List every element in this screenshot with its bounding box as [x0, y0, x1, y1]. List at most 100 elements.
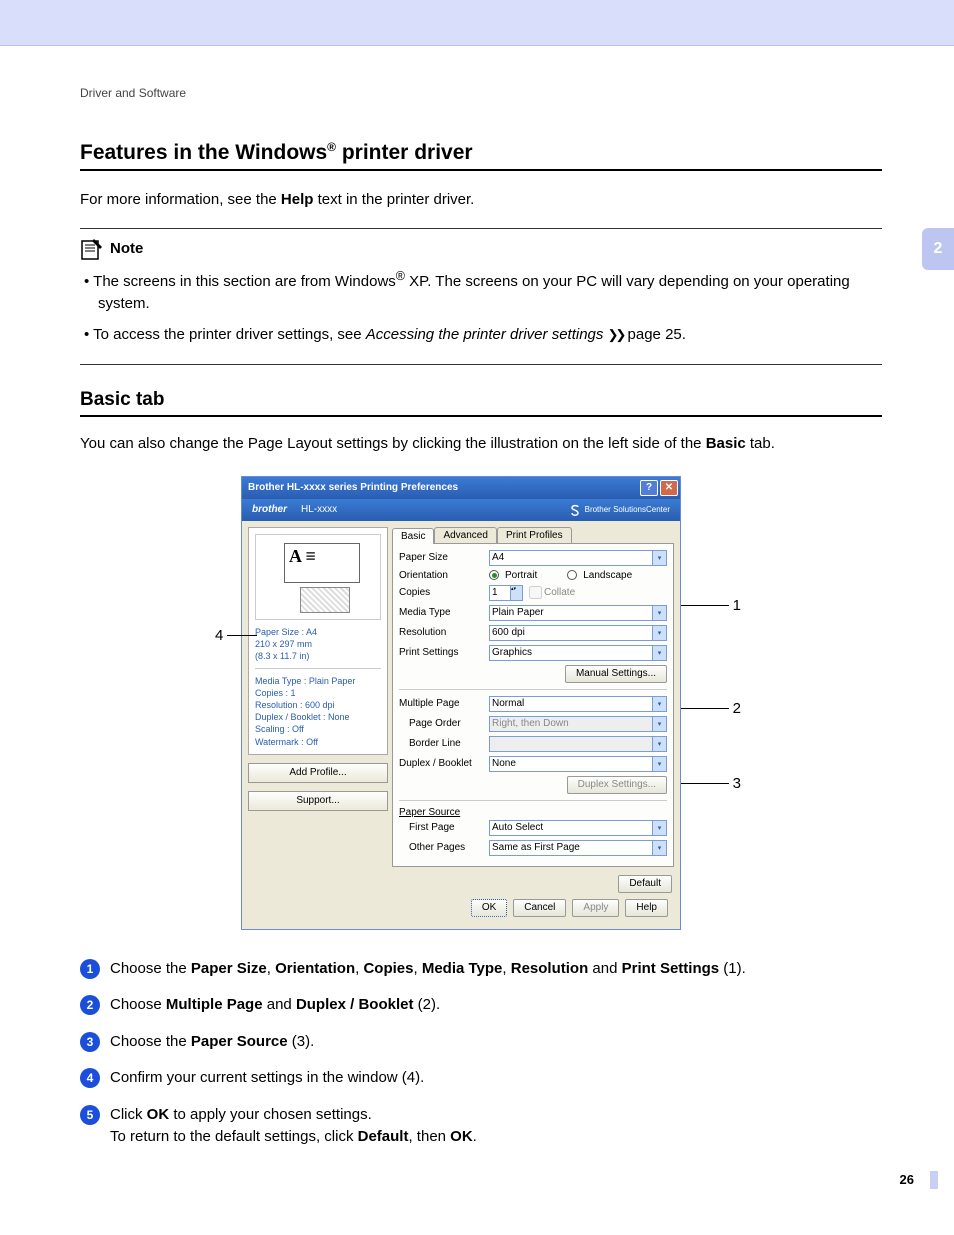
- callout-1: 1: [733, 597, 741, 614]
- radio-landscape[interactable]: [567, 570, 577, 580]
- add-profile-button[interactable]: Add Profile...: [248, 763, 388, 783]
- subsection-heading: Basic tab: [80, 389, 882, 417]
- summary-dim-mm: 210 x 297 mm: [255, 638, 381, 650]
- radio-portrait[interactable]: [489, 570, 499, 580]
- tab-basic[interactable]: Basic: [392, 528, 434, 544]
- spinner-updown-icon[interactable]: ▴▾: [511, 585, 523, 601]
- label-print-settings: Print Settings: [399, 647, 489, 658]
- default-button[interactable]: Default: [618, 875, 672, 893]
- cancel-button[interactable]: Cancel: [513, 899, 566, 917]
- titlebar-text: Brother HL-xxxx series Printing Preferen…: [248, 482, 638, 493]
- label-paper-source: Paper Source: [399, 807, 667, 818]
- solutions-center-link[interactable]: Brother SolutionsCenter: [569, 504, 670, 516]
- copies-input[interactable]: [489, 585, 511, 601]
- chevron-down-icon: ▾: [652, 841, 666, 855]
- callout-4: 4: [215, 627, 223, 644]
- support-button[interactable]: Support...: [248, 791, 388, 811]
- step-bullet-5: 5: [80, 1105, 100, 1125]
- chapter-tab: 2: [922, 228, 954, 270]
- chevron-down-icon: ▾: [652, 626, 666, 640]
- collate-checkbox[interactable]: [529, 586, 542, 599]
- chevron-down-icon: ▾: [652, 606, 666, 620]
- callout-3: 3: [733, 775, 741, 792]
- subsection-intro: You can also change the Page Layout sett…: [80, 433, 882, 456]
- preview-illustration[interactable]: A ≡: [255, 534, 381, 620]
- note-label: Note: [110, 240, 143, 257]
- manual-settings-button[interactable]: Manual Settings...: [565, 665, 667, 683]
- brand-bar: brother HL-xxxx Brother SolutionsCenter: [242, 499, 680, 521]
- tab-print-profiles[interactable]: Print Profiles: [497, 527, 572, 543]
- select-multiple-page[interactable]: Normal▾: [489, 696, 667, 712]
- page-number-bar: [930, 1171, 938, 1189]
- chevron-down-icon: ▾: [652, 757, 666, 771]
- top-band: [0, 0, 954, 46]
- chevron-down-icon: ▾: [652, 717, 666, 731]
- help-button[interactable]: ?: [640, 480, 658, 496]
- tab-advanced[interactable]: Advanced: [434, 527, 496, 543]
- summary-resolution: Resolution : 600 dpi: [255, 699, 381, 711]
- select-first-page[interactable]: Auto Select▾: [489, 820, 667, 836]
- chevron-down-icon: ▾: [652, 551, 666, 565]
- duplex-settings-button[interactable]: Duplex Settings...: [567, 776, 667, 794]
- step-1: Choose the Paper Size, Orientation, Copi…: [110, 958, 746, 981]
- label-paper-size: Paper Size: [399, 552, 489, 563]
- copies-spinner[interactable]: ▴▾: [489, 585, 523, 601]
- select-duplex-booklet[interactable]: None▾: [489, 756, 667, 772]
- titlebar: Brother HL-xxxx series Printing Preferen…: [242, 477, 680, 499]
- tab-strip: Basic Advanced Print Profiles: [392, 527, 674, 543]
- label-page-order: Page Order: [399, 718, 489, 729]
- chevron-down-icon: ▾: [652, 646, 666, 660]
- select-media-type[interactable]: Plain Paper▾: [489, 605, 667, 621]
- apply-button[interactable]: Apply: [572, 899, 619, 917]
- summary-copies: Copies : 1: [255, 687, 381, 699]
- select-border-line: ▾: [489, 736, 667, 752]
- preview-panel: A ≡ Paper Size : A4 210 x 297 mm (8.3 x …: [248, 527, 388, 755]
- step-5: Click OK to apply your chosen settings.T…: [110, 1104, 477, 1149]
- step-bullet-3: 3: [80, 1032, 100, 1052]
- radio-portrait-label: Portrait: [505, 570, 537, 581]
- select-other-pages[interactable]: Same as First Page▾: [489, 840, 667, 856]
- close-button[interactable]: ✕: [660, 480, 678, 496]
- label-duplex-booklet: Duplex / Booklet: [399, 758, 489, 769]
- breadcrumb: Driver and Software: [80, 86, 882, 100]
- s-icon: [569, 504, 581, 516]
- select-resolution[interactable]: 600 dpi▾: [489, 625, 667, 641]
- select-print-settings[interactable]: Graphics▾: [489, 645, 667, 661]
- select-paper-size[interactable]: A4▾: [489, 550, 667, 566]
- label-resolution: Resolution: [399, 627, 489, 638]
- step-bullet-2: 2: [80, 995, 100, 1015]
- page-number: 26: [900, 1172, 914, 1187]
- note-block: Note The screens in this section are fro…: [80, 228, 882, 366]
- section-heading: Features in the Windows® printer driver: [80, 140, 882, 171]
- label-multiple-page: Multiple Page: [399, 698, 489, 709]
- dialog-container: 4 1 2 3 Brother HL-xxxx series Printing …: [241, 476, 721, 930]
- ok-button[interactable]: OK: [471, 899, 507, 917]
- step-2: Choose Multiple Page and Duplex / Bookle…: [110, 994, 440, 1017]
- note-item-1: The screens in this section are from Win…: [98, 267, 882, 316]
- step-3: Choose the Paper Source (3).: [110, 1031, 314, 1054]
- chevron-right-icon: ❯❯: [608, 327, 624, 342]
- step-4: Confirm your current settings in the win…: [110, 1067, 424, 1090]
- label-first-page: First Page: [399, 822, 489, 833]
- page-content: Driver and Software Features in the Wind…: [0, 46, 954, 1203]
- step-bullet-1: 1: [80, 959, 100, 979]
- step-bullet-4: 4: [80, 1068, 100, 1088]
- label-orientation: Orientation: [399, 570, 489, 581]
- chevron-down-icon: ▾: [652, 737, 666, 751]
- summary-paper-size: Paper Size : A4: [255, 626, 381, 638]
- callout-2: 2: [733, 700, 741, 717]
- summary-duplex: Duplex / Booklet : None: [255, 711, 381, 723]
- summary-media: Media Type : Plain Paper: [255, 675, 381, 687]
- radio-landscape-label: Landscape: [583, 570, 632, 581]
- chevron-down-icon: ▾: [652, 697, 666, 711]
- help-button-bottom[interactable]: Help: [625, 899, 668, 917]
- model-name: HL-xxxx: [301, 504, 337, 515]
- label-other-pages: Other Pages: [399, 842, 489, 853]
- note-item-2: To access the printer driver settings, s…: [98, 324, 882, 347]
- collate-label: Collate: [544, 587, 575, 598]
- summary-watermark: Watermark : Off: [255, 736, 381, 748]
- tab-body-basic: Paper Size A4▾ Orientation Portrait Land…: [392, 543, 674, 867]
- summary-dim-in: (8.3 x 11.7 in): [255, 650, 381, 662]
- intro-paragraph: For more information, see the Help text …: [80, 189, 882, 212]
- note-icon: [80, 237, 104, 261]
